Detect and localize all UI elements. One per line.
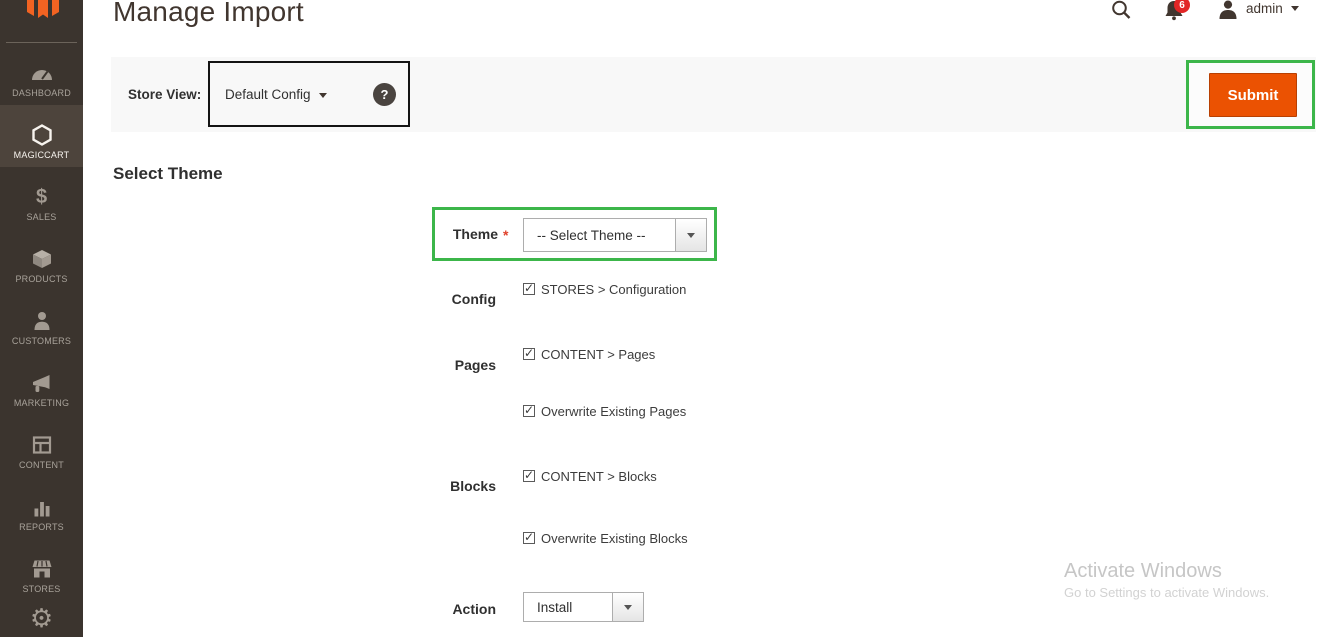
overwrite-pages-checkbox-row[interactable]: Overwrite Existing Pages <box>523 404 686 419</box>
theme-select[interactable]: -- Select Theme -- <box>523 218 707 252</box>
marketing-icon <box>32 371 52 395</box>
sidebar-item-label: DASHBOARD <box>12 88 71 98</box>
checkbox-checked-icon[interactable] <box>523 532 535 544</box>
sidebar-item-marketing[interactable]: MARKETING <box>0 353 83 415</box>
content-icon <box>32 433 52 457</box>
sidebar-item-label: MARKETING <box>14 398 69 408</box>
sidebar-item-customers[interactable]: CUSTOMERS <box>0 291 83 353</box>
sidebar-item-system[interactable]: ⚙ <box>0 601 83 637</box>
main-content: Manage Import 6 admin Store View: Defaul… <box>83 0 1343 637</box>
checkbox-checked-icon[interactable] <box>523 283 535 295</box>
sidebar-item-magiccart[interactable]: MAGICCART <box>0 105 83 167</box>
overwrite-blocks-checkbox-row[interactable]: Overwrite Existing Blocks <box>523 531 688 546</box>
sidebar-item-dashboard[interactable]: DASHBOARD <box>0 43 83 105</box>
stores-icon <box>31 557 53 581</box>
theme-select-value: -- Select Theme -- <box>524 219 675 251</box>
gear-icon: ⚙ <box>30 606 53 630</box>
checkbox-checked-icon[interactable] <box>523 470 535 482</box>
admin-sidebar: DASHBOARD MAGICCART $ SALES PRODUCTS CUS… <box>0 0 83 637</box>
sidebar-item-stores[interactable]: STORES <box>0 539 83 601</box>
sidebar-item-products[interactable]: PRODUCTS <box>0 229 83 291</box>
checkbox-checked-icon[interactable] <box>523 348 535 360</box>
store-view-selector[interactable]: Default Config <box>225 87 311 102</box>
search-icon[interactable] <box>1111 0 1132 26</box>
sidebar-item-label: CONTENT <box>19 460 64 470</box>
customers-icon <box>32 309 52 333</box>
sales-icon: $ <box>36 185 47 209</box>
section-title: Select Theme <box>113 164 223 184</box>
sidebar-item-reports[interactable]: REPORTS <box>0 477 83 539</box>
activate-windows-watermark: Activate Windows <box>1064 560 1222 583</box>
required-asterisk: * <box>503 227 508 243</box>
chevron-down-icon[interactable] <box>675 219 706 251</box>
sidebar-item-label: STORES <box>22 584 60 594</box>
action-label: Action <box>346 601 496 617</box>
sidebar-nav: DASHBOARD MAGICCART $ SALES PRODUCTS CUS… <box>0 43 83 637</box>
admin-user-menu[interactable]: admin <box>1218 0 1299 19</box>
blocks-checkbox-row[interactable]: CONTENT > Blocks <box>523 469 657 484</box>
chevron-down-icon[interactable] <box>319 93 327 98</box>
action-select-value: Install <box>524 593 612 621</box>
sidebar-item-label: PRODUCTS <box>15 274 67 284</box>
checkbox-label: STORES > Configuration <box>541 282 686 297</box>
person-icon <box>1218 0 1238 19</box>
help-icon[interactable]: ? <box>373 83 396 106</box>
checkbox-label: Overwrite Existing Pages <box>541 404 686 419</box>
submit-button[interactable]: Submit <box>1209 73 1297 117</box>
config-label: Config <box>346 291 496 307</box>
reports-icon <box>32 495 52 519</box>
page-title: Manage Import <box>113 0 304 28</box>
chevron-down-icon <box>1291 6 1299 11</box>
magento-logo-icon <box>22 0 62 26</box>
sidebar-item-label: REPORTS <box>19 522 64 532</box>
theme-label: Theme <box>348 226 498 242</box>
sidebar-item-sales[interactable]: $ SALES <box>0 167 83 229</box>
activate-windows-watermark-subtext: Go to Settings to activate Windows. <box>1064 585 1269 600</box>
pages-checkbox-row[interactable]: CONTENT > Pages <box>523 347 655 362</box>
checkbox-checked-icon[interactable] <box>523 405 535 417</box>
blocks-label: Blocks <box>346 478 496 494</box>
notification-badge[interactable]: 6 <box>1174 0 1190 13</box>
admin-user-name: admin <box>1246 1 1283 16</box>
store-view-label: Store View: <box>128 87 201 102</box>
sidebar-item-content[interactable]: CONTENT <box>0 415 83 477</box>
action-select[interactable]: Install <box>523 592 644 622</box>
pages-label: Pages <box>346 357 496 373</box>
products-icon <box>32 247 52 271</box>
sidebar-item-label: MAGICCART <box>14 150 70 160</box>
dashboard-icon <box>31 61 53 85</box>
config-checkbox-row[interactable]: STORES > Configuration <box>523 282 686 297</box>
checkbox-label: CONTENT > Pages <box>541 347 655 362</box>
sidebar-item-label: SALES <box>26 212 56 222</box>
checkbox-label: Overwrite Existing Blocks <box>541 531 688 546</box>
sidebar-item-label: CUSTOMERS <box>12 336 71 346</box>
checkbox-label: CONTENT > Blocks <box>541 469 657 484</box>
magento-logo[interactable] <box>0 0 83 43</box>
chevron-down-icon[interactable] <box>612 593 643 621</box>
magiccart-icon <box>31 123 53 147</box>
